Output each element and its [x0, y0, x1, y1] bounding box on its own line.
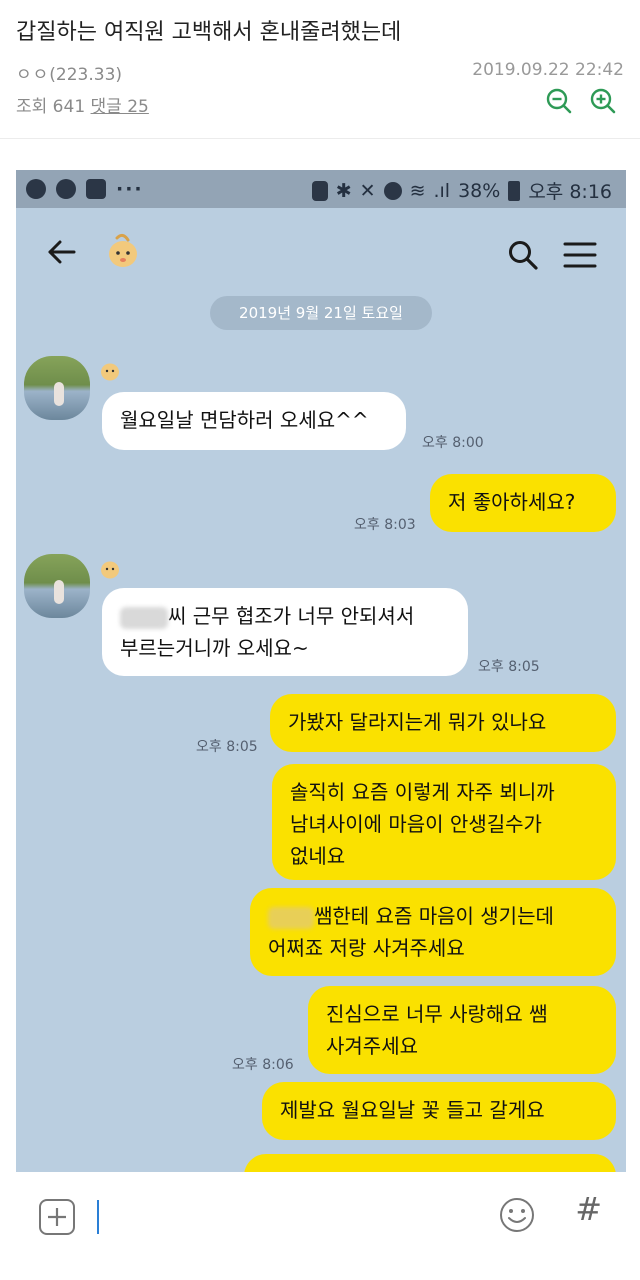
chat-bubble-outgoing-partial [244, 1154, 616, 1172]
battery-level: 38% [458, 179, 501, 202]
emoji-icon[interactable] [498, 1196, 536, 1234]
zoom-in-icon[interactable] [588, 86, 618, 116]
battery-icon [508, 180, 521, 201]
message-time: 오후 8:00 [422, 435, 484, 451]
chat-bubble-outgoing: 진심으로 너무 사랑해요 쌤 사겨주세요 [308, 986, 616, 1074]
chat-header [16, 208, 626, 304]
chat-bubble-incoming: 월요일날 면담하러 오세요^^ [102, 392, 406, 450]
message-line: 남녀사이에 마음이 안생길수가 [290, 812, 542, 836]
header-divider [0, 138, 640, 139]
menu-icon[interactable] [562, 240, 598, 270]
message-line: 솔직히 요즘 이렇게 자주 뵈니까 [290, 780, 555, 804]
baby-face-icon [109, 233, 137, 267]
bluetooth-icon: ✱ [335, 179, 352, 202]
talk-notification-icon [26, 179, 46, 199]
author-name[interactable]: ㅇㅇ [16, 65, 49, 85]
post-stats: 조회 641 댓글 25 [16, 92, 149, 117]
baby-face-icon [101, 363, 119, 381]
comment-input-bar: # [0, 1172, 640, 1280]
more-notifications-icon: ··· [116, 178, 144, 200]
post-author[interactable]: ㅇㅇ(223.33) [16, 60, 122, 85]
message-line: 없네요 [290, 844, 346, 868]
back-arrow-icon[interactable] [44, 234, 80, 270]
message-time: 오후 8:06 [232, 1057, 294, 1073]
message-time: 오후 8:03 [354, 517, 416, 533]
baby-face-icon [101, 561, 119, 579]
chat-bubble-incoming: 씨 근무 협조가 너무 안되셔서 부르는거니까 오세요~ [102, 588, 468, 676]
message-line: 씨 근무 협조가 너무 안되셔서 [168, 604, 415, 628]
chat-bubble-outgoing: 쌤한테 요즘 마음이 생기는데 어쩌죠 저랑 사겨주세요 [250, 888, 616, 976]
add-attachment-button[interactable] [38, 1198, 76, 1236]
gallery-icon [86, 179, 106, 199]
message-line: 쌤한테 요즘 마음이 생기는데 [314, 904, 554, 928]
comment-text-input[interactable] [97, 1200, 99, 1234]
author-ip: (223.33) [49, 65, 123, 85]
alarm-icon [383, 181, 402, 200]
message-time: 오후 8:05 [478, 659, 540, 675]
play-icon [56, 179, 76, 199]
status-bar: ··· ✱ ✕ ≋ .ıl 38% 오후 8:16 [16, 170, 626, 208]
zoom-out-icon[interactable] [544, 86, 574, 116]
message-line: 사겨주세요 [326, 1034, 418, 1058]
censored-name [268, 906, 314, 929]
search-icon[interactable] [506, 238, 540, 272]
censored-name [120, 606, 168, 629]
message-line: 부르는거니까 오세요~ [120, 636, 309, 660]
chat-screenshot: ··· ✱ ✕ ≋ .ıl 38% 오후 8:16 2019년 9월 21일 토… [16, 170, 626, 1172]
avatar[interactable] [24, 356, 90, 420]
comment-count-link[interactable]: 댓글 25 [91, 97, 149, 117]
chat-bubble-outgoing: 저 좋아하세요? [430, 474, 616, 532]
avatar[interactable] [24, 554, 90, 618]
wifi-icon: ≋ [409, 179, 426, 202]
mute-icon: ✕ [359, 179, 376, 202]
message-line: 진심으로 너무 사랑해요 쌤 [326, 1002, 548, 1026]
message-time: 오후 8:05 [196, 739, 258, 755]
post-datetime: 2019.09.22 22:42 [472, 60, 624, 80]
date-divider: 2019년 9월 21일 토요일 [210, 296, 432, 330]
post-title: 갑질하는 여직원 고백해서 혼내줄려했는데 [16, 20, 402, 45]
chat-bubble-outgoing: 솔직히 요즘 이렇게 자주 뵈니까 남녀사이에 마음이 안생길수가 없네요 [272, 764, 616, 880]
status-clock: 오후 8:16 [528, 181, 612, 203]
hashtag-button[interactable]: # [575, 1190, 602, 1228]
chat-bubble-outgoing: 제발요 월요일날 꽃 들고 갈게요 [262, 1082, 616, 1140]
chat-bubble-outgoing: 가봤자 달라지는게 뭐가 있나요 [270, 694, 616, 752]
message-line: 어쩌죠 저랑 사겨주세요 [268, 936, 465, 960]
signal-icon: .ıl [433, 179, 451, 202]
view-count: 조회 641 [16, 97, 86, 117]
lock-icon [311, 180, 328, 201]
